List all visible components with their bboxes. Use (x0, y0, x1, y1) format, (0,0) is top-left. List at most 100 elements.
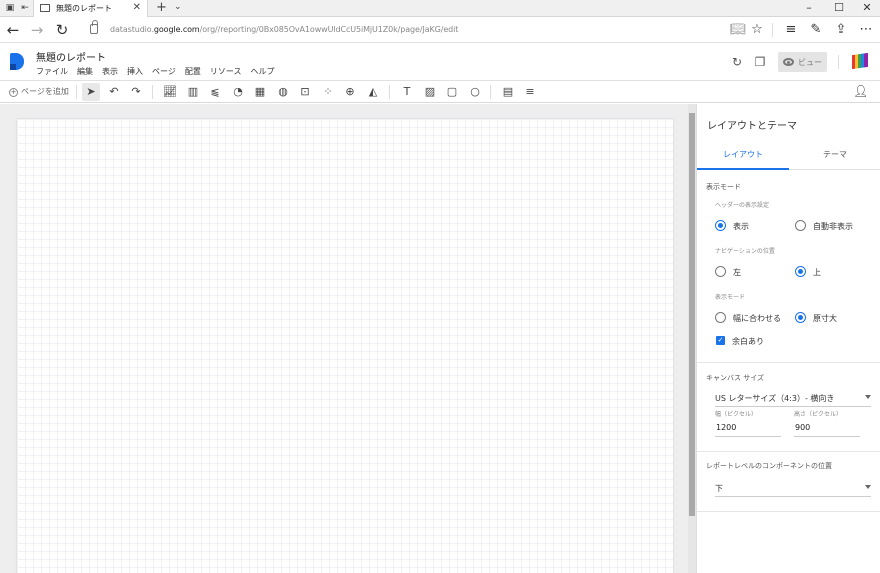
close-window-icon[interactable]: ✕ (852, 1, 880, 15)
forward-icon[interactable]: → (28, 21, 46, 39)
add-page-button[interactable]: + ページを追加 (9, 86, 69, 97)
header-autohide-radio[interactable] (795, 220, 806, 231)
bullet-chart-icon[interactable]: ⊕ (341, 83, 359, 101)
fit-width-radio[interactable] (715, 312, 726, 323)
fit-width-label: 幅に合わせる (733, 314, 781, 323)
minimize-icon[interactable]: – (794, 1, 824, 15)
share-icon[interactable]: ⇪ (832, 22, 850, 38)
copy-report-icon[interactable]: ❐ (752, 55, 768, 69)
divider (389, 85, 390, 99)
active-tab-indicator (697, 168, 789, 170)
theme-palette-icon[interactable] (852, 52, 868, 70)
close-tab-icon[interactable]: ✕ (133, 2, 141, 13)
margin-checkbox[interactable]: ✓ (716, 336, 725, 345)
image-icon[interactable]: ▨ (421, 83, 439, 101)
chevron-down-icon[interactable]: ⌄ (174, 2, 182, 12)
redo-icon[interactable]: ↷ (127, 83, 145, 101)
web-note-icon[interactable]: ✎ (807, 22, 825, 38)
scorecard-icon[interactable]: ⊡ (296, 83, 314, 101)
menu-file[interactable]: ファイル (36, 66, 68, 78)
back-icon[interactable]: ← (4, 21, 22, 39)
select-cursor-icon[interactable]: ➤ (82, 83, 100, 101)
scrollbar-thumb[interactable] (689, 113, 695, 516)
nav-left-label: 左 (733, 268, 741, 277)
filter-control-icon[interactable]: ≡ (521, 83, 539, 101)
circle-icon[interactable]: ○ (466, 83, 484, 101)
eye-icon (783, 58, 794, 66)
display-mode-label: 表示モード (706, 183, 741, 191)
tab-actions-icon[interactable]: ▣ (4, 3, 16, 13)
nav-left-radio[interactable] (715, 266, 726, 277)
report-canvas[interactable] (17, 119, 673, 573)
pie-chart-icon[interactable]: ◔ (229, 83, 247, 101)
menu-help[interactable]: ヘルプ (250, 66, 274, 78)
height-label: 高さ（ピクセル） (794, 411, 843, 418)
panel-tabs: レイアウト テーマ (697, 140, 880, 170)
menu-arrange[interactable]: 配置 (185, 66, 201, 78)
undo-icon[interactable]: ↶ (105, 83, 123, 101)
canvas-size-label: キャンバス サイズ (706, 374, 765, 382)
text-box-icon[interactable]: T (398, 83, 416, 101)
width-field[interactable]: 幅（ピクセル） 1200 (715, 409, 781, 437)
menu-view[interactable]: 表示 (102, 66, 118, 78)
width-value: 1200 (716, 423, 737, 432)
height-field[interactable]: 高さ（ピクセル） 900 (794, 409, 860, 437)
nav-position-label: ナビゲーションの位置 (715, 248, 775, 255)
refresh-icon[interactable]: ↻ (53, 21, 71, 39)
reading-view-icon[interactable]: 📖︎ (729, 22, 747, 38)
geo-map-icon[interactable]: ◍ (274, 83, 292, 101)
date-range-icon[interactable]: ▤ (499, 83, 517, 101)
nav-top-radio[interactable] (795, 266, 806, 277)
refresh-data-icon[interactable]: ↻ (729, 55, 745, 69)
menu-resource[interactable]: リソース (210, 66, 242, 78)
divider (697, 451, 880, 452)
set-aside-tabs-icon[interactable]: ⇤ (19, 3, 31, 13)
data-studio-logo-icon[interactable] (10, 53, 24, 70)
table-icon[interactable]: ▦ (251, 83, 269, 101)
hub-icon[interactable]: ≡ (782, 22, 800, 38)
add-user-icon[interactable]: 👤︎ (853, 84, 868, 98)
menu-page[interactable]: ページ (152, 66, 176, 78)
view-button-label: ビュー (798, 58, 822, 67)
scatter-chart-icon[interactable]: ⁘ (319, 83, 337, 101)
more-icon[interactable]: ⋯ (857, 22, 875, 38)
component-position-select[interactable]: 下 (715, 479, 871, 497)
menu-edit[interactable]: 編集 (77, 66, 93, 78)
tab-theme[interactable]: テーマ (789, 149, 880, 160)
url-field[interactable]: datastudio.google.com/org//reporting/0Bx… (110, 25, 458, 34)
rectangle-icon[interactable]: ▢ (443, 83, 461, 101)
canvas-size-select[interactable]: US レターサイズ（4:3）- 横向き (715, 389, 871, 407)
header-setting-label: ヘッダーの表示設定 (715, 202, 770, 209)
menu-insert[interactable]: 挿入 (127, 66, 143, 78)
combo-chart-icon[interactable]: ⫹ (206, 83, 224, 101)
actual-size-radio[interactable] (795, 312, 806, 323)
app-header: 無題のレポート ファイル 編集 表示 挿入 ページ 配置 リソース ヘルプ ↻ … (0, 43, 880, 81)
browser-tab[interactable]: 無題のレポート ✕ (33, 0, 148, 17)
display-mode-sub-label: 表示モード (715, 294, 746, 301)
time-series-chart-icon[interactable]: 📈︎ (161, 83, 179, 101)
maximize-icon[interactable]: ☐ (824, 1, 854, 15)
width-label: 幅（ピクセル） (715, 411, 758, 418)
nav-top-label: 上 (813, 268, 821, 277)
divider (697, 511, 880, 512)
view-button[interactable]: ビュー (778, 52, 827, 72)
divider (490, 85, 491, 99)
margin-label: 余白あり (732, 337, 764, 346)
divider (838, 55, 839, 69)
canvas-size-value: US レターサイズ（4:3）- 横向き (715, 394, 835, 403)
tab-layout[interactable]: レイアウト (697, 149, 789, 160)
header-show-radio[interactable] (715, 220, 726, 231)
divider (697, 362, 880, 363)
menu-bar: ファイル 編集 表示 挿入 ページ 配置 リソース ヘルプ (36, 66, 274, 78)
favorite-star-icon[interactable]: ☆ (748, 22, 766, 38)
canvas-workarea (0, 104, 696, 573)
component-position-value: 下 (715, 484, 723, 493)
page-icon (40, 4, 50, 12)
bar-chart-icon[interactable]: ▥ (184, 83, 202, 101)
new-tab-icon[interactable]: + (156, 1, 167, 15)
report-title[interactable]: 無題のレポート (36, 49, 106, 64)
add-circle-icon: + (9, 88, 18, 97)
lock-icon (90, 20, 98, 34)
header-show-label: 表示 (733, 222, 749, 231)
area-chart-icon[interactable]: ◭ (364, 83, 382, 101)
